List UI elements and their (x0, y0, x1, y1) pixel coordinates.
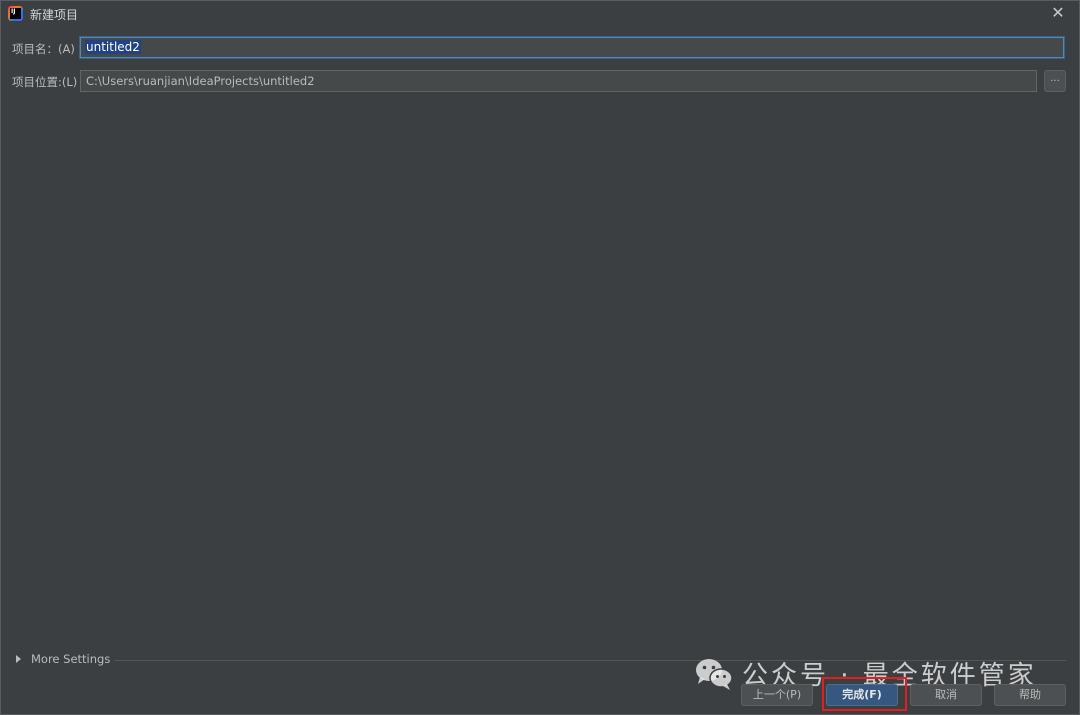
title-bar: 新建项目 ✕ (1, 1, 1079, 27)
more-settings-label: More Settings (31, 652, 111, 666)
project-name-input[interactable]: untitled2 (80, 37, 1064, 58)
more-settings-toggle[interactable]: More Settings (16, 652, 110, 666)
help-button[interactable]: 帮助 (994, 684, 1066, 706)
cancel-button[interactable]: 取消 (910, 684, 982, 706)
finish-highlight-annotation (822, 677, 907, 711)
project-location-label: 项目位置:(L) (12, 75, 78, 89)
previous-button[interactable]: 上一个(P) (741, 684, 813, 706)
close-icon[interactable]: ✕ (1049, 4, 1067, 22)
new-project-dialog: 新建项目 ✕ 项目名：(A) untitled2 项目位置:(L) C:\Use… (0, 0, 1080, 715)
browse-button[interactable]: ... (1044, 70, 1066, 92)
project-name-value: untitled2 (85, 40, 141, 54)
project-name-label: 项目名：(A) (12, 42, 75, 56)
intellij-idea-icon (8, 6, 23, 21)
project-location-input[interactable]: C:\Users\ruanjian\IdeaProjects\untitled2 (80, 70, 1037, 92)
expand-triangle-icon (16, 655, 21, 663)
dialog-title: 新建项目 (30, 8, 79, 22)
wechat-icon (696, 658, 733, 690)
